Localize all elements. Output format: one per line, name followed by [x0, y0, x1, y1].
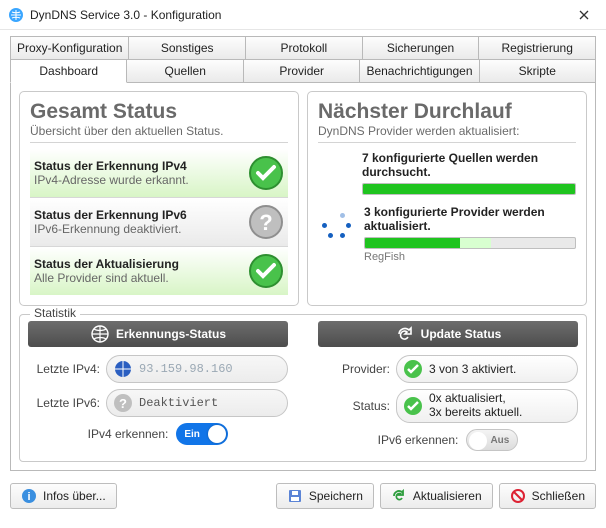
- status-ipv6-title: Status der Erkennung IPv6: [34, 208, 187, 222]
- nextrun-providers-label: 3 konfigurierte Provider werden aktualis…: [364, 205, 545, 233]
- last-ipv4-pill: 93.159.98.160: [106, 355, 288, 383]
- info-icon: i: [21, 488, 37, 504]
- tab-sources[interactable]: Quellen: [127, 59, 243, 83]
- window-close-button[interactable]: [562, 0, 606, 30]
- nextrun-title: Nächster Durchlauf: [318, 100, 576, 124]
- tabs-bottom: Dashboard Quellen Provider Benachrichtig…: [10, 59, 596, 83]
- last-ipv6-value: Deaktiviert: [139, 396, 218, 410]
- nextrun-sources: 7 konfigurierte Quellen werden durchsuch…: [362, 151, 576, 195]
- status-ipv4-desc: IPv4-Adresse wurde erkannt.: [34, 173, 189, 187]
- titlebar: DynDNS Service 3.0 - Konfiguration: [0, 0, 606, 30]
- detection-header: Erkennungs-Status: [28, 321, 288, 347]
- refresh-icon: [395, 324, 415, 344]
- fieldset-statistics: Statistik Erkennungs-Status Letzte IPv4:…: [19, 314, 587, 462]
- detect-ipv6-label: IPv6 erkennen:: [378, 433, 459, 447]
- tab-scripts[interactable]: Skripte: [480, 59, 596, 83]
- last-ipv6-pill: ? Deaktiviert: [106, 389, 288, 417]
- card-next-run: Nächster Durchlauf DynDNS Provider werde…: [307, 91, 587, 306]
- app-icon: [8, 7, 24, 23]
- refresh-button[interactable]: Aktualisieren: [380, 483, 493, 509]
- about-label: Infos über...: [43, 489, 106, 503]
- svg-text:?: ?: [259, 210, 272, 235]
- toggle-ipv4-detect[interactable]: Ein: [176, 423, 228, 445]
- svg-text:i: i: [27, 491, 30, 503]
- refresh-label: Aktualisieren: [413, 489, 482, 503]
- stats-update: Update Status Provider: 3 von 3 aktivier…: [318, 321, 578, 451]
- nextrun-subtitle: DynDNS Provider werden aktualisiert:: [318, 124, 576, 143]
- tab-protocol[interactable]: Protokoll: [246, 36, 363, 59]
- question-icon: ?: [248, 204, 284, 240]
- toggle-ipv6-detect[interactable]: Aus: [466, 429, 518, 451]
- provider-pill: 3 von 3 aktiviert.: [396, 355, 578, 383]
- spinner-icon: [318, 209, 352, 243]
- nextrun-providers: 3 konfigurierte Provider werden aktualis…: [364, 205, 576, 263]
- nextrun-sources-label: 7 konfigurierte Quellen werden durchsuch…: [362, 151, 538, 179]
- provider-value: 3 von 3 aktiviert.: [429, 362, 516, 376]
- tab-proxy[interactable]: Proxy-Konfiguration: [10, 36, 129, 59]
- nextrun-current-provider: RegFish: [364, 251, 576, 263]
- provider-label: Provider:: [318, 362, 390, 376]
- detect-ipv4-label: IPv4 erkennen:: [88, 427, 169, 441]
- status-ipv6-desc: IPv6-Erkennung deaktiviert.: [34, 222, 181, 236]
- update-header-text: Update Status: [421, 327, 502, 341]
- status-update: Status der Aktualisierung Alle Provider …: [30, 247, 288, 295]
- globe-icon: [113, 359, 133, 379]
- stats-legend: Statistik: [30, 306, 80, 320]
- tabs-top: Proxy-Konfiguration Sonstiges Protokoll …: [10, 36, 596, 59]
- check-icon: [248, 155, 284, 191]
- status-update-title: Status der Aktualisierung: [34, 257, 179, 271]
- toggle-ipv4-state: Ein: [184, 429, 200, 440]
- last-ipv6-label: Letzte IPv6:: [28, 396, 100, 410]
- tab-notifications[interactable]: Benachrichtigungen: [360, 59, 479, 83]
- status-value: 0x aktualisiert,3x bereits aktuell.: [429, 392, 522, 420]
- close-label: Schließen: [532, 489, 585, 503]
- forbidden-icon: [510, 488, 526, 504]
- close-icon: [579, 10, 589, 20]
- tab-dashboard[interactable]: Dashboard: [10, 59, 127, 83]
- globe-icon: [90, 324, 110, 344]
- tab-backups[interactable]: Sicherungen: [363, 36, 480, 59]
- status-ipv6: Status der Erkennung IPv6 IPv6-Erkennung…: [30, 198, 288, 247]
- question-icon: ?: [113, 393, 133, 413]
- detection-header-text: Erkennungs-Status: [116, 327, 226, 341]
- refresh-icon: [391, 488, 407, 504]
- window-title: DynDNS Service 3.0 - Konfiguration: [30, 8, 562, 22]
- update-header: Update Status: [318, 321, 578, 347]
- status-ipv4: Status der Erkennung IPv4 IPv4-Adresse w…: [30, 149, 288, 198]
- status-ipv4-title: Status der Erkennung IPv4: [34, 159, 187, 173]
- check-icon: [248, 253, 284, 289]
- tab-misc[interactable]: Sonstiges: [129, 36, 246, 59]
- last-ipv4-label: Letzte IPv4:: [28, 362, 100, 376]
- save-button[interactable]: Speichern: [276, 483, 374, 509]
- status-update-desc: Alle Provider sind aktuell.: [34, 271, 169, 285]
- save-label: Speichern: [309, 489, 363, 503]
- svg-text:?: ?: [119, 396, 127, 411]
- footer: i Infos über... Speichern Aktualisieren …: [0, 477, 606, 515]
- toggle-ipv6-state: Aus: [490, 435, 509, 446]
- last-ipv4-value: 93.159.98.160: [139, 362, 233, 376]
- about-button[interactable]: i Infos über...: [10, 483, 117, 509]
- tab-registration[interactable]: Registrierung: [479, 36, 596, 59]
- progress-sources: [362, 183, 576, 195]
- check-icon: [403, 359, 423, 379]
- progress-providers: [364, 237, 576, 249]
- tab-providers[interactable]: Provider: [244, 59, 360, 83]
- save-icon: [287, 488, 303, 504]
- overall-title: Gesamt Status: [30, 100, 288, 124]
- dashboard-panel: Gesamt Status Übersicht über den aktuell…: [10, 83, 596, 471]
- status-pill: 0x aktualisiert,3x bereits aktuell.: [396, 389, 578, 423]
- stats-detection: Erkennungs-Status Letzte IPv4: 93.159.98…: [28, 321, 288, 451]
- overall-subtitle: Übersicht über den aktuellen Status.: [30, 124, 288, 143]
- close-button[interactable]: Schließen: [499, 483, 596, 509]
- card-overall-status: Gesamt Status Übersicht über den aktuell…: [19, 91, 299, 306]
- check-icon: [403, 396, 423, 416]
- status-label: Status:: [318, 399, 390, 413]
